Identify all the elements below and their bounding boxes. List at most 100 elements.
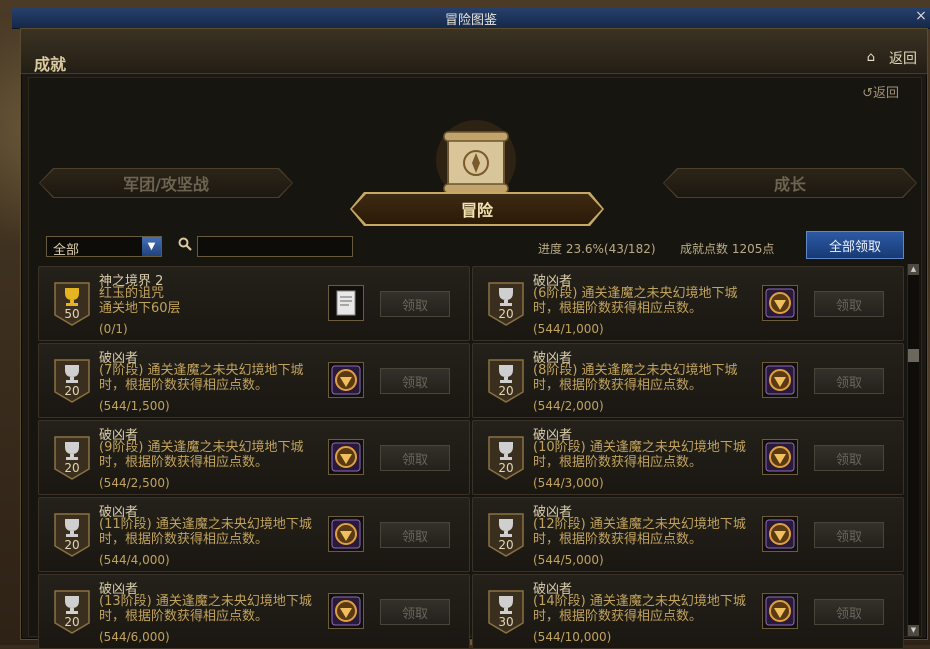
trophy-badge: 20 [487, 512, 525, 558]
back-button[interactable]: 返回 [889, 48, 917, 68]
achievement-description: (14阶段) 通关逢魔之未央幻境地下城时，根据阶数获得相应点数。 [533, 594, 755, 624]
achievement-description: (10阶段) 通关逢魔之未央幻境地下城时，根据阶数获得相应点数。 [533, 440, 755, 470]
claim-button[interactable]: 领取 [814, 599, 884, 625]
claim-button[interactable]: 领取 [814, 368, 884, 394]
achievement-description: (6阶段) 通关逢魔之未央幻境地下城时，根据阶数获得相应点数。 [533, 286, 755, 316]
reward-emblem-icon[interactable] [762, 439, 798, 475]
reward-emblem-icon[interactable] [762, 593, 798, 629]
achievement-content: ↺返回 军团/攻坚战 冒险 成长 全部 ▼ 进度 23.6%(43/182) 成… [28, 77, 922, 649]
scroll-up-icon[interactable]: ▲ [908, 264, 919, 275]
claim-button[interactable]: 领取 [814, 522, 884, 548]
achievement-description: (11阶段) 通关逢魔之未央幻境地下城时，根据阶数获得相应点数。 [99, 517, 321, 547]
achievement-card: 20 破凶者 (12阶段) 通关逢魔之未央幻境地下城时，根据阶数获得相应点数。 … [472, 497, 904, 572]
reward-emblem-icon[interactable] [328, 362, 364, 398]
achievement-progress: (544/3,000) [533, 476, 604, 490]
search-input[interactable] [197, 236, 353, 257]
scrollbar[interactable]: ▲ ▼ [907, 264, 919, 636]
achievement-progress: (544/2,000) [533, 399, 604, 413]
achievement-list: 50 神之境界 2 红玉的诅咒 通关地下60层 (0/1) 领取 20 破凶者 … [38, 266, 904, 649]
reward-emblem-icon[interactable] [328, 593, 364, 629]
achievement-progress: (544/6,000) [99, 630, 170, 644]
claim-button[interactable]: 领取 [380, 522, 450, 548]
trophy-badge: 50 [53, 281, 91, 327]
reward-emblem-icon[interactable] [328, 516, 364, 552]
trophy-badge: 20 [53, 512, 91, 558]
achievement-line1: (13阶段) 通关逢魔之未央幻境地下城时，根据阶数获得相应点数。 [99, 594, 312, 624]
achievement-card: 50 神之境界 2 红玉的诅咒 通关地下60层 (0/1) 领取 [38, 266, 470, 341]
claim-button[interactable]: 领取 [380, 368, 450, 394]
home-icon[interactable]: ⌂ [867, 50, 875, 65]
trophy-badge: 20 [487, 358, 525, 404]
achievement-description: 红玉的诅咒 通关地下60层 [99, 286, 321, 316]
achievement-line1: (14阶段) 通关逢魔之未央幻境地下城时，根据阶数获得相应点数。 [533, 594, 746, 624]
badge-points: 20 [64, 461, 80, 475]
badge-points: 20 [498, 384, 514, 398]
badge-points: 20 [498, 307, 514, 321]
achievement-progress: (544/1,500) [99, 399, 170, 413]
achievement-card: 20 破凶者 (8阶段) 通关逢魔之未央幻境地下城时，根据阶数获得相应点数。 (… [472, 343, 904, 418]
claim-button[interactable]: 领取 [814, 291, 884, 317]
achievement-line1: (10阶段) 通关逢魔之未央幻境地下城时，根据阶数获得相应点数。 [533, 440, 746, 470]
progress-text: 进度 23.6%(43/182) [538, 242, 656, 256]
achievement-description: (13阶段) 通关逢魔之未央幻境地下城时，根据阶数获得相应点数。 [99, 594, 321, 624]
claim-button[interactable]: 领取 [380, 445, 450, 471]
close-icon[interactable]: × [914, 8, 928, 24]
window-title: 冒险图鉴 [444, 13, 497, 28]
claim-button[interactable]: 领取 [380, 291, 450, 317]
tab-adventure[interactable]: 冒险 [352, 194, 602, 224]
inner-back-button[interactable]: ↺返回 [862, 82, 899, 101]
window-titlebar: 冒险图鉴 × [12, 8, 930, 29]
reward-emblem-icon[interactable] [762, 362, 798, 398]
badge-points: 20 [64, 538, 80, 552]
badge-points: 20 [498, 538, 514, 552]
chevron-down-icon[interactable]: ▼ [142, 237, 161, 256]
claim-all-button[interactable]: 全部领取 [806, 231, 904, 259]
achievement-description: (12阶段) 通关逢魔之未央幻境地下城时，根据阶数获得相应点数。 [533, 517, 755, 547]
trophy-badge: 20 [487, 281, 525, 327]
tab-legion[interactable]: 军团/攻坚战 [40, 169, 292, 197]
trophy-badge: 20 [487, 435, 525, 481]
reward-emblem-icon[interactable] [328, 439, 364, 475]
reward-emblem-icon[interactable] [762, 285, 798, 321]
achievement-line1: (9阶段) 通关逢魔之未央幻境地下城时，根据阶数获得相应点数。 [99, 440, 304, 470]
points-text: 成就点数 1205点 [680, 242, 775, 256]
scroll-thumb[interactable] [908, 349, 919, 362]
badge-points: 20 [64, 615, 80, 629]
badge-points: 30 [498, 615, 514, 629]
reward-emblem-icon[interactable] [762, 516, 798, 552]
achievement-card: 20 破凶者 (6阶段) 通关逢魔之未央幻境地下城时，根据阶数获得相应点数。 (… [472, 266, 904, 341]
reward-scroll-icon[interactable] [328, 285, 364, 321]
achievement-line1: 红玉的诅咒 [99, 286, 165, 301]
trophy-badge: 20 [53, 589, 91, 635]
scroll-down-icon[interactable]: ▼ [908, 625, 919, 636]
badge-points: 20 [64, 384, 80, 398]
achievement-line1: (12阶段) 通关逢魔之未央幻境地下城时，根据阶数获得相应点数。 [533, 517, 746, 547]
claim-button[interactable]: 领取 [380, 599, 450, 625]
claim-button[interactable]: 领取 [814, 445, 884, 471]
scroll-emblem-icon [436, 120, 516, 198]
achievement-card: 20 破凶者 (7阶段) 通关逢魔之未央幻境地下城时，根据阶数获得相应点数。 (… [38, 343, 470, 418]
trophy-badge: 20 [53, 358, 91, 404]
achievement-progress: (544/2,500) [99, 476, 170, 490]
achievement-card: 20 破凶者 (11阶段) 通关逢魔之未央幻境地下城时，根据阶数获得相应点数。 … [38, 497, 470, 572]
achievement-line1: (7阶段) 通关逢魔之未央幻境地下城时，根据阶数获得相应点数。 [99, 363, 304, 393]
achievement-progress: (0/1) [99, 322, 128, 336]
achievement-description: (7阶段) 通关逢魔之未央幻境地下城时，根据阶数获得相应点数。 [99, 363, 321, 393]
category-dropdown[interactable]: 全部 ▼ [46, 236, 162, 258]
panel-header: 成就 ⌂ 返回 [21, 29, 927, 74]
achievement-progress: (544/10,000) [533, 630, 612, 644]
tab-growth[interactable]: 成长 [664, 169, 916, 197]
achievement-line1: (11阶段) 通关逢魔之未央幻境地下城时，根据阶数获得相应点数。 [99, 517, 312, 547]
achievement-progress: (544/1,000) [533, 322, 604, 336]
achievement-line1: (6阶段) 通关逢魔之未央幻境地下城时，根据阶数获得相应点数。 [533, 286, 738, 316]
trophy-badge: 30 [487, 589, 525, 635]
achievement-card: 20 破凶者 (13阶段) 通关逢魔之未央幻境地下城时，根据阶数获得相应点数。 … [38, 574, 470, 649]
trophy-badge: 20 [53, 435, 91, 481]
achievement-card: 20 破凶者 (10阶段) 通关逢魔之未央幻境地下城时，根据阶数获得相应点数。 … [472, 420, 904, 495]
achievement-line2: 通关地下60层 [99, 301, 181, 316]
badge-points: 50 [64, 307, 80, 321]
dropdown-value: 全部 [53, 243, 80, 258]
page-title: 成就 [34, 55, 67, 74]
search-icon [178, 237, 192, 255]
achievement-description: (9阶段) 通关逢魔之未央幻境地下城时，根据阶数获得相应点数。 [99, 440, 321, 470]
